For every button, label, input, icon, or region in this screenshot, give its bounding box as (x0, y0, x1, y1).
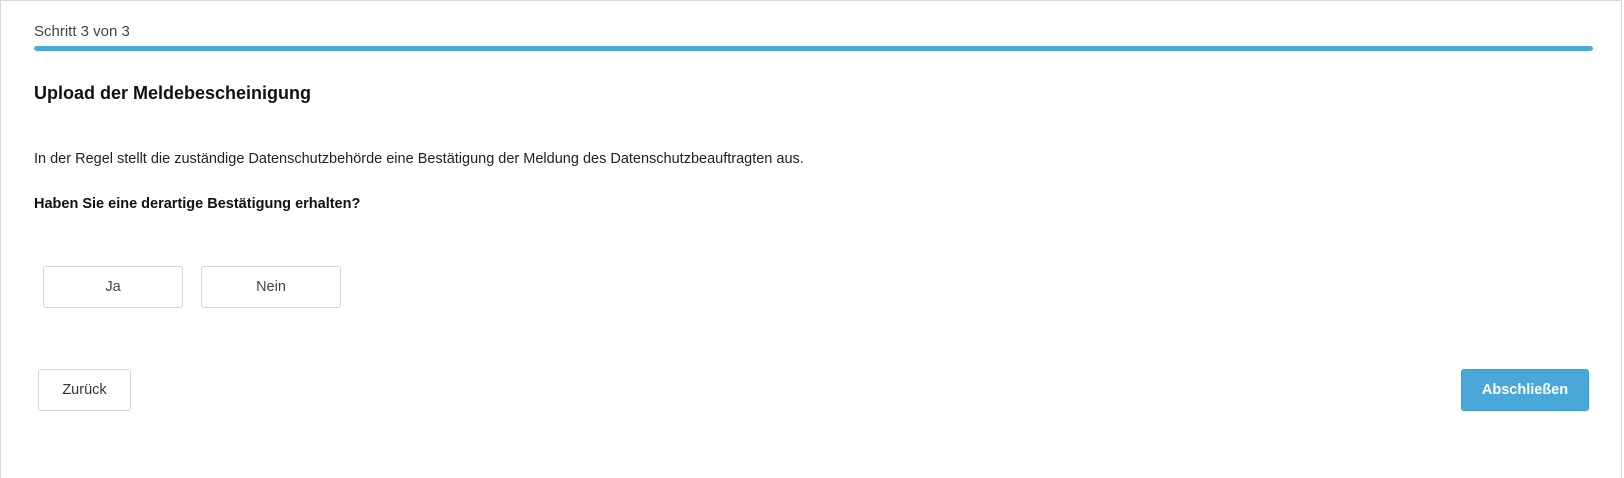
question-text: Haben Sie eine derartige Bestätigung erh… (34, 196, 361, 212)
back-button[interactable]: Zurück (38, 369, 131, 411)
no-button[interactable]: Nein (201, 266, 341, 308)
yes-button[interactable]: Ja (43, 266, 183, 308)
progress-bar-fill (34, 46, 1593, 51)
section-description: In der Regel stellt die zuständige Daten… (34, 151, 804, 167)
section-title: Upload der Meldebescheinigung (34, 83, 312, 103)
progress-bar (34, 46, 1593, 51)
finish-button[interactable]: Abschließen (1461, 369, 1589, 411)
step-indicator: Schritt 3 von 3 (34, 23, 130, 40)
wizard-panel: Schritt 3 von 3 Upload der Meldebeschein… (0, 0, 1622, 478)
